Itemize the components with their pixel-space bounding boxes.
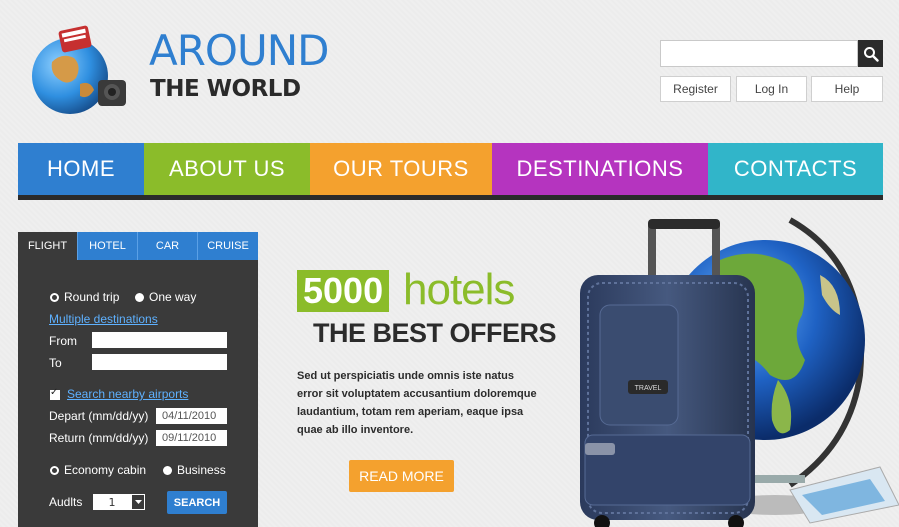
depart-label: Depart (mm/dd/yy): [49, 409, 149, 423]
round-trip-label: Round trip: [64, 290, 120, 304]
nav-item-home[interactable]: HOME: [18, 143, 144, 195]
to-field[interactable]: [92, 354, 227, 370]
tab-hotel[interactable]: HOTEL: [78, 232, 138, 260]
suitcase-globe-image: TRAVEL: [580, 217, 899, 527]
nav-item-contacts[interactable]: CONTACTS: [708, 143, 883, 195]
suitcase-tag-text: TRAVEL: [635, 385, 662, 392]
multiple-destinations-link[interactable]: Multiple destinations: [49, 312, 158, 326]
help-link[interactable]: Help: [811, 76, 883, 102]
from-field[interactable]: [92, 332, 227, 348]
nearby-airports-checkbox[interactable]: [50, 387, 60, 400]
from-label: From: [49, 334, 77, 348]
nav-item-our-tours[interactable]: OUR TOURS: [310, 143, 492, 195]
nearby-airports-label[interactable]: Search nearby airports: [67, 387, 188, 401]
search-icon: [863, 46, 879, 62]
return-date-field[interactable]: [156, 430, 227, 446]
tab-cruise[interactable]: CRUISE: [198, 232, 258, 260]
economy-cabin-label: Economy cabin: [64, 463, 147, 477]
business-cabin-radio[interactable]: [163, 466, 172, 475]
adults-select[interactable]: 1: [93, 494, 145, 510]
flight-search-panel: Round trip One way Multiple destinations…: [18, 260, 258, 527]
depart-date-field[interactable]: [156, 408, 227, 424]
round-trip-radio[interactable]: [50, 293, 59, 302]
tab-flight[interactable]: FLIGHT: [18, 232, 78, 260]
site-search-button[interactable]: [858, 40, 883, 67]
login-link[interactable]: Log In: [736, 76, 807, 102]
read-more-button[interactable]: READ MORE: [349, 460, 454, 492]
site-search-input[interactable]: [660, 40, 858, 67]
logo-title-line1: AROUND: [149, 26, 329, 75]
promo-word: hotels: [403, 265, 515, 314]
nav-divider: [18, 195, 883, 200]
main-nav: HOME ABOUT US OUR TOURS DESTINATIONS CON…: [18, 143, 883, 195]
promo-title: THE BEST OFFERS: [313, 318, 557, 348]
to-label: To: [49, 356, 62, 370]
logo-title-line2: THE WORLD: [150, 76, 301, 102]
return-label: Return (mm/dd/yy): [49, 431, 149, 445]
tab-car[interactable]: CAR: [138, 232, 198, 260]
one-way-radio[interactable]: [135, 293, 144, 302]
flight-search-button[interactable]: SEARCH: [167, 491, 227, 514]
adults-label: Audlts: [49, 495, 83, 509]
promo-number: 5000: [297, 270, 390, 312]
booking-tabs: FLIGHT HOTEL CAR CRUISE: [18, 232, 258, 260]
adults-value: 1: [108, 495, 116, 509]
chevron-down-icon: [131, 494, 145, 510]
promo-description: Sed ut perspiciatis unde omnis iste natu…: [297, 370, 537, 436]
one-way-label: One way: [149, 290, 197, 304]
nav-item-about-us[interactable]: ABOUT US: [144, 143, 310, 195]
economy-cabin-radio[interactable]: [50, 466, 59, 475]
register-link[interactable]: Register: [660, 76, 731, 102]
nav-item-destinations[interactable]: DESTINATIONS: [492, 143, 708, 195]
business-cabin-label: Business: [177, 463, 226, 477]
globe-logo-icon: [32, 25, 126, 114]
